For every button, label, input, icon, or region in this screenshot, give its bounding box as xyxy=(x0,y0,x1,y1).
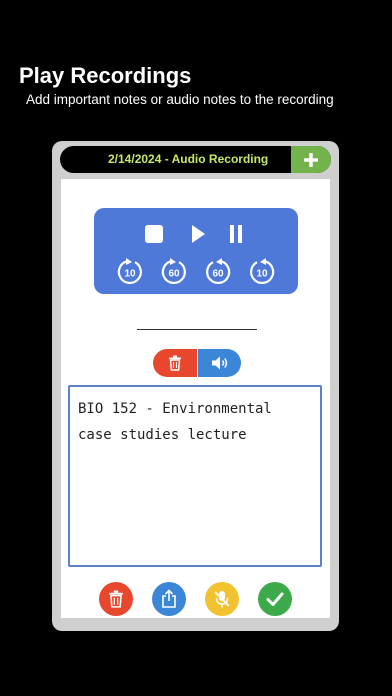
play-icon xyxy=(192,225,205,243)
mic-off-icon xyxy=(214,591,230,608)
rewind-icon: 10 xyxy=(117,258,142,285)
note-text-field[interactable]: BIO 152 - Environmental case studies lec… xyxy=(68,385,322,567)
progress-line xyxy=(137,329,257,330)
check-icon xyxy=(266,592,284,606)
mic-off-button[interactable] xyxy=(205,582,239,616)
recording-title: 2/14/2024 - Audio Recording xyxy=(108,152,269,166)
forward-icon: 60 xyxy=(206,258,231,285)
delete-recording-button[interactable] xyxy=(99,582,133,616)
screen-subline: Add important notes or audio notes to th… xyxy=(26,92,334,107)
pause-icon xyxy=(230,225,242,243)
pause-button[interactable] xyxy=(224,222,248,246)
forward-10-button[interactable]: 10 xyxy=(248,258,276,286)
rewind-60-label: 60 xyxy=(168,269,180,280)
plus-icon xyxy=(304,152,318,167)
speaker-icon xyxy=(211,356,227,370)
audio-player: 10 60 60 10 xyxy=(94,208,298,294)
forward-icon: 10 xyxy=(250,258,275,285)
rewind-60-button[interactable]: 60 xyxy=(160,258,188,286)
add-button[interactable] xyxy=(291,146,331,173)
forward-10-label: 10 xyxy=(256,269,268,280)
rewind-icon: 60 xyxy=(161,258,186,285)
recording-title-bar: 2/14/2024 - Audio Recording xyxy=(60,146,331,173)
delete-audio-note-button[interactable] xyxy=(153,349,197,377)
share-button[interactable] xyxy=(152,582,186,616)
play-button[interactable] xyxy=(186,222,210,246)
trash-icon xyxy=(169,355,181,371)
rewind-10-button[interactable]: 10 xyxy=(116,258,144,286)
screen-headline: Play Recordings xyxy=(19,63,192,88)
recording-panel: 10 60 60 10 BIO 152 - Environmental case… xyxy=(61,179,330,618)
confirm-button[interactable] xyxy=(258,582,292,616)
rewind-10-label: 10 xyxy=(124,269,136,280)
forward-60-label: 60 xyxy=(212,269,224,280)
recording-card: 2/14/2024 - Audio Recording 10 60 60 10 … xyxy=(52,141,339,631)
trash-icon xyxy=(109,590,123,608)
stop-icon xyxy=(145,225,163,243)
stop-button[interactable] xyxy=(142,222,166,246)
share-icon xyxy=(162,589,176,608)
forward-60-button[interactable]: 60 xyxy=(204,258,232,286)
audio-note-button[interactable] xyxy=(198,349,241,377)
